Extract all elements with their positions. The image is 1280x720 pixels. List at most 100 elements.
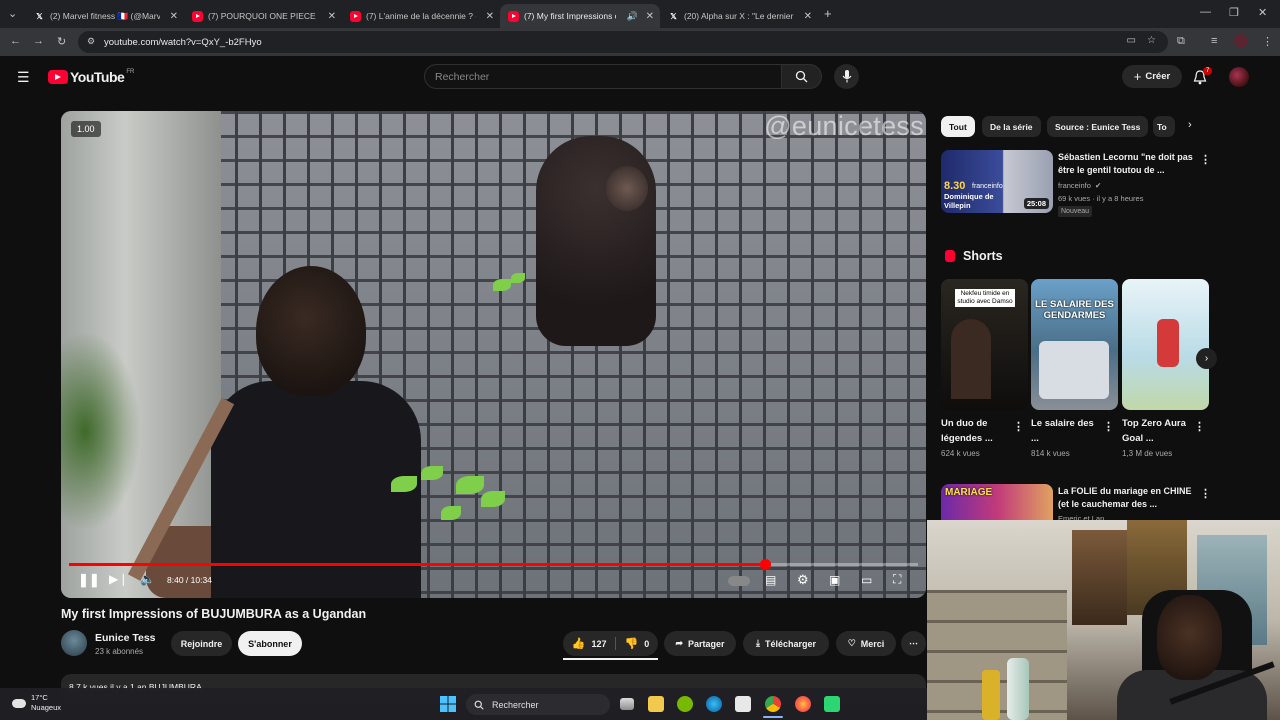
next-video-icon[interactable]: ▶❘ [109, 572, 128, 586]
extensions-icon[interactable]: ⧉ [1177, 35, 1185, 48]
theater-mode-icon[interactable]: ▭ [861, 573, 872, 587]
close-tab-icon[interactable]: ✕ [646, 11, 654, 22]
more-actions-button[interactable]: ⋯ [901, 631, 926, 656]
close-tab-icon[interactable]: ✕ [170, 11, 178, 22]
join-button[interactable]: Rejoindre [171, 631, 232, 656]
short-thumbnail-1[interactable]: Nekfeu timide en studio avec Damso [941, 279, 1028, 410]
tab-label: (7) My first Impressions of B [524, 11, 616, 21]
chrome-icon[interactable] [765, 696, 781, 712]
progress-bar[interactable] [69, 559, 918, 570]
download-button[interactable]: ⤓ Télécharger [743, 631, 829, 656]
browser-tab-3[interactable]: (7) L'anime de la décennie ? - D ✕ [342, 4, 500, 28]
dislike-button[interactable]: 👎 0 [621, 637, 650, 650]
pause-icon[interactable]: ❚❚ [78, 572, 100, 588]
dislike-count: 0 [644, 638, 650, 649]
youtube-logo[interactable]: YouTube FR [48, 69, 134, 85]
close-tab-icon[interactable]: ✕ [328, 11, 336, 22]
thanks-button[interactable]: ♡ Merci [836, 631, 896, 656]
share-button[interactable]: ➦ Partager [664, 631, 736, 656]
short-title-3[interactable]: Top Zero Aura Goal ... [1122, 416, 1194, 446]
browser-tab-4-active[interactable]: (7) My first Impressions of B 🔊 ✕ [500, 4, 660, 28]
chip-series[interactable]: De la série [982, 116, 1041, 137]
volume-icon[interactable]: 🔈 [140, 572, 155, 586]
create-button[interactable]: + Créer [1122, 65, 1182, 88]
recommended-title[interactable]: Sébastien Lecornu "ne doit pas être le g… [1058, 151, 1193, 177]
chip-all[interactable]: Tout [941, 116, 975, 137]
miniplayer-icon[interactable]: ▣ [829, 573, 840, 587]
channel-name[interactable]: Eunice Tess [95, 632, 156, 644]
maximize-icon[interactable]: ❐ [1229, 6, 1239, 19]
short-thumbnail-3[interactable] [1122, 279, 1209, 410]
nvidia-icon[interactable] [677, 696, 693, 712]
close-tab-icon[interactable]: ✕ [486, 11, 494, 22]
hamburger-menu-icon[interactable]: ☰ [17, 69, 30, 86]
new-tab-icon[interactable]: + [824, 6, 832, 21]
browser-tab-5[interactable]: 𝕏 (20) Alpha sur X : "Le dernier co ✕ [660, 4, 818, 28]
like-ratio-bar [563, 658, 658, 660]
cast-icon[interactable]: ▭ [1127, 35, 1136, 46]
url-field[interactable]: ⚙ youtube.com/watch?v=QxY_-b2FHyo ▭ ☆ [78, 31, 1168, 53]
speaker-icon[interactable]: 🔊 [627, 11, 638, 22]
channel-avatar[interactable] [61, 630, 87, 656]
menu-kebab-icon[interactable]: ⋮ [1262, 35, 1273, 48]
fullscreen-icon[interactable]: ⛶ [893, 572, 901, 587]
short-menu-icon[interactable]: ⋮ [1103, 420, 1114, 433]
microsoft-store-icon[interactable] [735, 696, 751, 712]
reload-icon[interactable]: ↻ [57, 35, 66, 48]
short-title-2[interactable]: Le salaire des ... [1031, 416, 1103, 446]
search-input[interactable]: Rechercher [424, 64, 782, 89]
minimize-icon[interactable]: — [1200, 6, 1211, 18]
chip-truncated[interactable]: To [1153, 116, 1175, 137]
bookmark-star-icon[interactable]: ☆ [1147, 35, 1156, 46]
like-button[interactable]: 👍 127 [572, 637, 616, 650]
profile-icon[interactable] [1234, 34, 1248, 48]
recommended-channel[interactable]: franceinfo ✔ [1058, 181, 1101, 190]
windows-start-icon[interactable] [440, 696, 456, 712]
shorts-icon [945, 250, 955, 262]
close-tab-icon[interactable]: ✕ [804, 11, 812, 22]
short-menu-icon[interactable]: ⋮ [1013, 420, 1024, 433]
site-info-icon[interactable]: ⚙ [87, 36, 95, 47]
video-menu-icon[interactable]: ⋮ [1200, 153, 1211, 166]
weather-widget[interactable]: 17°C Nuageux [12, 693, 61, 713]
shorts-next-button[interactable]: › [1196, 348, 1217, 369]
short-menu-icon[interactable]: ⋮ [1194, 420, 1205, 433]
reading-list-icon[interactable]: ≡ [1211, 35, 1217, 47]
search-icon [474, 700, 484, 710]
firefox-icon[interactable] [795, 696, 811, 712]
short-thumbnail-2[interactable]: LE SALAIRE DES GENDARMES [1031, 279, 1118, 410]
streamer-head-figure [1157, 595, 1222, 680]
forward-icon[interactable]: → [33, 35, 44, 47]
leaf-shape [493, 279, 511, 291]
account-avatar[interactable] [1229, 67, 1249, 87]
recommended-thumbnail-2[interactable]: MARIAGE [941, 484, 1053, 524]
task-view-icon[interactable] [620, 698, 634, 710]
bottle-figure [1007, 658, 1029, 720]
browser-tab-2[interactable]: (7) POURQUOI ONE PIECE DEV ✕ [184, 4, 342, 28]
search-button[interactable] [781, 64, 822, 89]
back-icon[interactable]: ← [10, 35, 21, 47]
short-title-1[interactable]: Un duo de légendes ... [941, 416, 1013, 446]
voice-search-button[interactable] [834, 64, 859, 89]
subtitles-icon[interactable]: ▤ [765, 573, 776, 587]
tab-search-icon[interactable]: ⌄ [8, 7, 17, 20]
file-explorer-icon[interactable] [648, 696, 664, 712]
settings-gear-icon[interactable]: ⚙ [797, 572, 809, 588]
recommended-thumbnail[interactable]: 8.30 franceinfo Dominique de Villepin 25… [941, 150, 1053, 213]
autoplay-toggle[interactable] [728, 576, 750, 586]
notifications-count-badge: 7 [1203, 67, 1213, 75]
app-icon[interactable] [824, 696, 840, 712]
browser-tab-1[interactable]: 𝕏 (2) Marvel fitness 🇫🇷 (@Marvel_ ✕ [26, 4, 184, 28]
video-player[interactable]: @eunicetess 1.00 ❚❚ ▶❘ 🔈 8:40 / 10:34 ▤ … [61, 111, 926, 598]
shorts-heading-label: Shorts [963, 249, 1003, 263]
video-menu-icon[interactable]: ⋮ [1200, 487, 1211, 500]
edge-icon[interactable] [706, 696, 722, 712]
subscribe-button[interactable]: S'abonner [238, 631, 302, 656]
recommended-title-2[interactable]: La FOLIE du mariage en CHINE (et le cauc… [1058, 485, 1193, 511]
chips-next-icon[interactable]: › [1188, 119, 1192, 131]
leaf-shape [456, 476, 484, 494]
taskbar-search[interactable]: Rechercher [466, 694, 610, 715]
chip-source[interactable]: Source : Eunice Tess [1047, 116, 1149, 137]
temperature: 17°C [31, 693, 48, 702]
close-window-icon[interactable]: ✕ [1258, 6, 1267, 19]
